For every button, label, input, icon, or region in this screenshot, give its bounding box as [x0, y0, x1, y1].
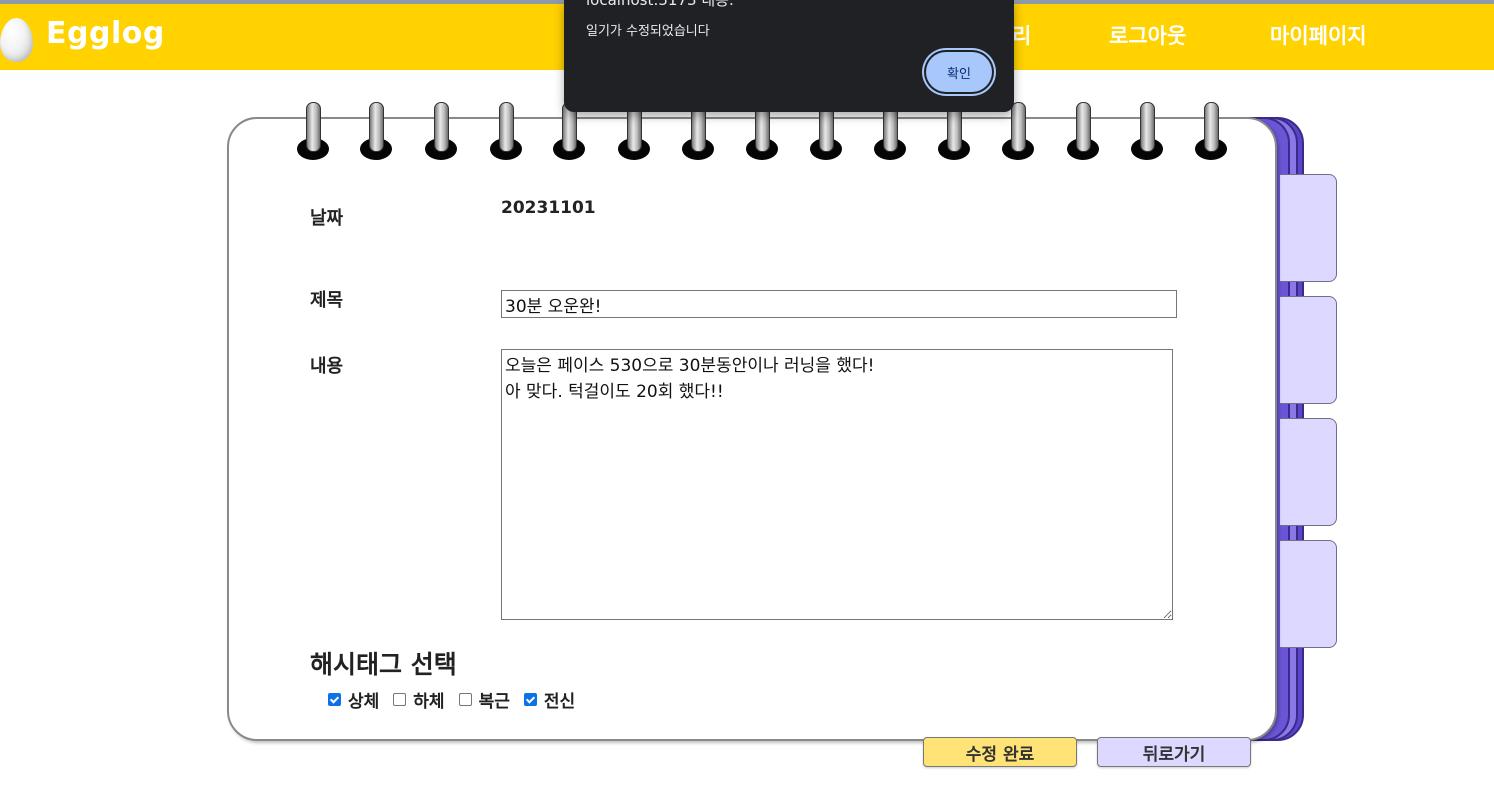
hashtag-checkbox-group: 상체 하체 복근 전신	[328, 687, 589, 712]
title-input[interactable]	[501, 290, 1177, 318]
notebook-tab	[1280, 296, 1337, 404]
back-button[interactable]: 뒤로가기	[1097, 737, 1251, 767]
nav-mypage[interactable]: 마이페이지	[1270, 20, 1367, 50]
tag-label: 상체	[348, 692, 380, 712]
dialog-message: 일기가 수정되었습니다	[586, 24, 710, 39]
checkbox-icon[interactable]	[393, 693, 407, 706]
spiral-ring	[1067, 102, 1099, 162]
dialog-title: localhost:5173 내용:	[586, 0, 734, 9]
dialog-ok-button[interactable]: 확인	[926, 52, 992, 92]
spiral-ring	[360, 102, 392, 162]
ring-wire	[499, 102, 514, 152]
ring-wire	[369, 102, 384, 152]
tag-option[interactable]: 복근	[458, 687, 510, 712]
spiral-ring	[1195, 102, 1227, 162]
spiral-ring	[425, 102, 457, 162]
ring-wire	[1140, 102, 1155, 152]
ring-wire	[306, 102, 321, 152]
content-label: 내용	[310, 356, 344, 377]
tag-label: 전신	[543, 692, 576, 712]
tag-option[interactable]: 상체	[328, 687, 379, 712]
notebook-tab	[1280, 540, 1337, 648]
spiral-ring	[1131, 102, 1163, 162]
notebook-tab	[1280, 418, 1337, 526]
checkbox-icon[interactable]	[458, 693, 472, 706]
title-label: 제목	[310, 290, 344, 311]
notebook-tab	[1280, 174, 1337, 282]
nav-item-partial[interactable]: 리	[1012, 20, 1031, 50]
spiral-ring	[490, 102, 522, 162]
content-textarea[interactable]	[501, 349, 1173, 620]
save-button[interactable]: 수정 완료	[923, 737, 1077, 767]
ring-wire	[434, 102, 449, 152]
spiral-ring	[297, 102, 329, 162]
tag-label: 하체	[413, 692, 445, 712]
ring-wire	[1011, 102, 1026, 152]
date-label: 날짜	[310, 208, 344, 229]
ring-wire	[1204, 102, 1219, 152]
tag-label: 복근	[478, 692, 510, 712]
date-value: 20231101	[501, 198, 596, 218]
logo-text[interactable]: Egglog	[46, 16, 165, 51]
tag-option[interactable]: 전신	[523, 687, 576, 712]
tag-option[interactable]: 하체	[393, 687, 445, 712]
nav-logout[interactable]: 로그아웃	[1109, 20, 1186, 50]
egg-logo-icon[interactable]	[0, 18, 33, 62]
ring-wire	[1076, 102, 1091, 152]
hashtag-title: 해시태그 선택	[310, 650, 457, 679]
checkbox-icon[interactable]	[328, 693, 341, 706]
checkbox-icon[interactable]	[523, 693, 537, 706]
